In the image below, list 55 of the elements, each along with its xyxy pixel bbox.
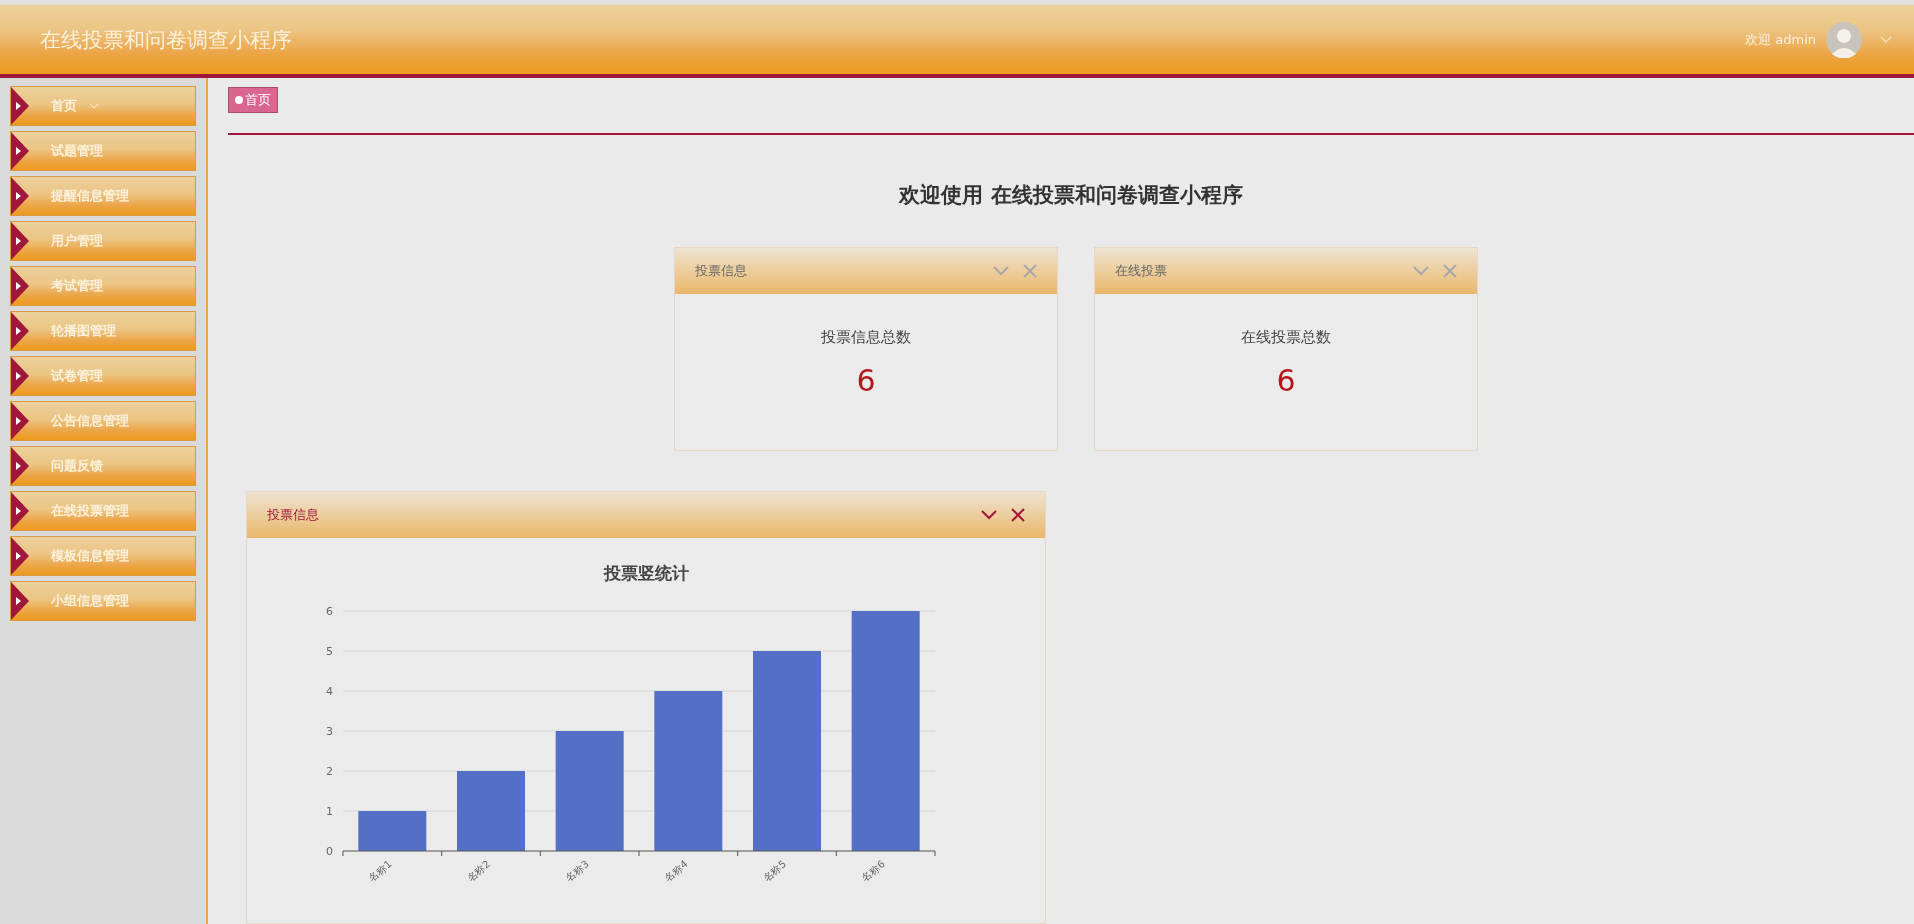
axis-tick-label: 5 [326,645,333,658]
chart-title: 投票竖统计 [603,562,689,585]
axis-tick-label: 3 [326,725,333,738]
triangle-icon [11,312,29,350]
sidebar-item[interactable]: 试卷管理 [10,356,196,396]
triangle-icon [11,357,29,395]
triangle-icon [11,87,29,125]
panel-title: 在线投票 [1115,262,1168,280]
sidebar-item[interactable]: 公告信息管理 [10,401,196,441]
triangle-icon [11,222,29,260]
sidebar-item[interactable]: 小组信息管理 [10,581,196,621]
triangle-icon [11,537,29,575]
sidebar-item[interactable]: 问题反馈 [10,446,196,486]
axis-category-label: 名称1 [366,858,394,884]
axis-tick-label: 6 [326,605,333,618]
axis-category-label: 名称2 [465,858,493,884]
sidebar-item[interactable]: 在线投票管理 [10,491,196,531]
sidebar-item[interactable]: 提醒信息管理 [10,176,196,216]
triangle-icon [11,447,29,485]
triangle-icon [11,267,29,305]
sidebar-item[interactable]: 考试管理 [10,266,196,306]
stat-value: 6 [856,363,876,398]
sidebar-item[interactable]: 首页 [10,86,196,126]
axis-category-label: 名称4 [662,858,690,884]
axis-category-label: 名称6 [859,858,887,884]
triangle-icon [11,582,29,620]
sidebar-item[interactable]: 试题管理 [10,131,196,171]
stat-label: 在线投票总数 [1241,328,1331,347]
welcome-heading: 欢迎使用 在线投票和问卷调查小程序 [897,182,1244,209]
stat-label: 投票信息总数 [821,328,911,347]
triangle-icon [11,492,29,530]
axis-tick-label: 1 [326,805,333,818]
panel-title: 投票信息 [267,506,320,524]
close-icon[interactable] [1011,508,1025,522]
chevron-down-icon [89,103,99,109]
bar [358,811,427,851]
chevron-down-icon[interactable] [1880,35,1892,44]
collapse-icon[interactable] [981,510,997,520]
panel-title: 投票信息 [695,262,748,280]
breadcrumb-tab[interactable]: 首页 [228,87,278,113]
sidebar-item[interactable]: 用户管理 [10,221,196,261]
triangle-icon [11,177,29,215]
axis-category-label: 名称5 [761,858,789,884]
greeting-text: 欢迎 admin [1745,30,1816,49]
triangle-icon [11,402,29,440]
axis-category-label: 名称3 [563,858,591,884]
axis-tick-label: 2 [326,765,333,778]
sidebar-item[interactable]: 模板信息管理 [10,536,196,576]
app-title: 在线投票和问卷调查小程序 [40,26,292,54]
sidebar-item[interactable]: 轮播图管理 [10,311,196,351]
axis-tick-label: 4 [326,685,333,698]
triangle-icon [11,132,29,170]
avatar-icon[interactable] [1826,21,1862,58]
stat-value: 6 [1276,363,1296,398]
axis-tick-label: 0 [326,845,333,858]
